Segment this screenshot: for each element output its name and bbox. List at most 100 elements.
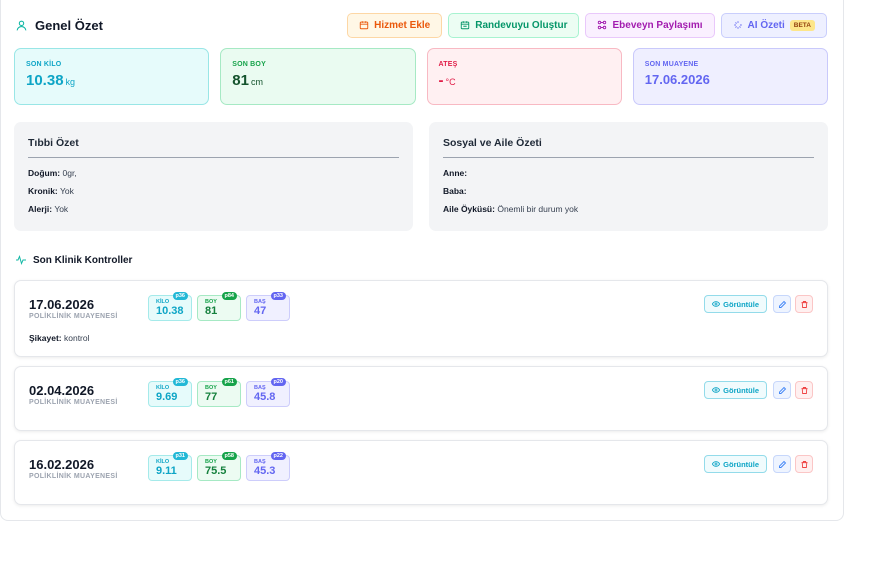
stat-last-exam: SON MUAYENE 17.06.2026 [632, 48, 828, 105]
user-icon [15, 19, 28, 32]
metric-head-value: 45.8 [254, 391, 276, 403]
parent-share-button[interactable]: Ebeveyn Paylaşımı [585, 12, 715, 38]
create-appointment-label: Randevuyu Oluştur [475, 19, 568, 31]
trash-icon [800, 386, 809, 395]
metric-head-value: 45.3 [254, 465, 276, 477]
delete-button[interactable] [795, 295, 813, 313]
summary-header: Genel Özet Hizmet Ekle Randevuyu Oluştur… [15, 12, 827, 38]
header-actions: Hizmet Ekle Randevuyu Oluştur Ebeveyn Pa… [347, 12, 827, 38]
stat-weight-unit: kg [65, 77, 76, 87]
social-row-family-history: Aile Öyküsü: Önemli bir durum yok [443, 204, 814, 214]
stat-fever-value: - °C [439, 72, 610, 89]
metric-height: BOY 81 p84 [197, 292, 241, 321]
eye-icon [712, 300, 721, 308]
beta-badge: BETA [789, 19, 815, 31]
stat-height: SON BOY 81 cm [220, 48, 416, 105]
ai-summary-button[interactable]: AI Özeti BETA [720, 12, 827, 38]
eye-icon [712, 386, 721, 394]
calendar-plus-icon [359, 20, 369, 30]
view-button[interactable]: Görüntüle [704, 455, 767, 473]
allergy-value: Yok [54, 204, 69, 214]
trash-icon [800, 460, 809, 469]
visit-date: 16.02.2026 [29, 457, 95, 472]
metric-height-percentile: p61 [221, 378, 237, 386]
stat-weight-value: 10.38 kg [26, 72, 197, 89]
chronic-label: Kronik: [28, 186, 58, 196]
view-button-label: Görüntüle [723, 385, 759, 395]
metric-weight-value: 9.69 [156, 391, 178, 403]
metric-head-percentile: p22 [270, 452, 286, 460]
visits-section-title: Son Klinik Kontroller [15, 254, 132, 266]
visit-metrics: KİLO 9.69 p36 BOY 77 p61 BAŞ 45.8 p20 [148, 378, 290, 407]
page-title-text: Genel Özet [35, 17, 103, 33]
delete-button[interactable] [795, 455, 813, 473]
stat-height-unit: cm [250, 77, 263, 87]
add-service-label: Hizmet Ekle [374, 19, 431, 31]
stats-row: SON KİLO 10.38 kg SON BOY 81 cm ATEŞ - °C S… [14, 48, 828, 105]
chronic-value: Yok [59, 186, 74, 196]
metric-height: BOY 77 p61 [197, 378, 241, 407]
family-history-label: Aile Öyküsü: [443, 204, 495, 214]
view-button-label: Görüntüle [723, 299, 759, 309]
metric-weight: KİLO 10.38 p36 [148, 292, 192, 321]
visit-actions: Görüntüle [704, 455, 813, 473]
medical-row-birth: Doğum: 0gr, [28, 168, 399, 178]
birth-value: 0gr, [62, 168, 77, 178]
edit-button[interactable] [773, 455, 791, 473]
metric-height-percentile: p58 [221, 452, 237, 460]
birth-label: Doğum: [28, 168, 61, 178]
edit-icon [778, 300, 787, 309]
metric-head-percentile: p33 [270, 292, 286, 300]
sparkle-icon [733, 20, 743, 30]
stat-fever-unit: °C [445, 77, 456, 87]
parent-share-label: Ebeveyn Paylaşımı [612, 19, 703, 31]
visit-metrics: KİLO 9.11 p31 BOY 75.5 p58 BAŞ 45.3 p22 [148, 452, 290, 481]
edit-icon [778, 386, 787, 395]
ai-summary-label: AI Özeti [747, 19, 785, 31]
stat-weight: SON KİLO 10.38 kg [14, 48, 210, 105]
metric-height-percentile: p84 [221, 292, 237, 300]
add-service-button[interactable]: Hizmet Ekle [347, 12, 443, 38]
metric-weight-percentile: p31 [172, 452, 188, 460]
mother-label: Anne: [443, 168, 468, 178]
calendar-icon [460, 20, 470, 30]
view-button[interactable]: Görüntüle [704, 295, 767, 313]
metric-weight-value: 9.11 [156, 465, 177, 477]
visit-date: 02.04.2026 [29, 383, 95, 398]
view-button[interactable]: Görüntüle [704, 381, 767, 399]
stat-height-number: 81 [232, 72, 249, 89]
delete-button[interactable] [795, 381, 813, 399]
metric-head: BAŞ 47 p33 [246, 292, 290, 321]
complaint-label: Şikayet: [29, 333, 62, 343]
metric-head: BAŞ 45.8 p20 [246, 378, 290, 407]
medical-summary-title: Tıbbi Özet [28, 137, 399, 158]
trash-icon [800, 300, 809, 309]
eye-icon [712, 460, 721, 468]
medical-row-allergy: Alerji: Yok [28, 204, 399, 214]
metric-height: BOY 75.5 p58 [197, 452, 241, 481]
edit-button[interactable] [773, 381, 791, 399]
visit-date: 17.06.2026 [29, 297, 95, 312]
visit-actions: Görüntüle [704, 295, 813, 313]
father-label: Baba: [443, 186, 467, 196]
metric-height-value: 81 [205, 305, 218, 317]
metric-weight-value: 10.38 [156, 305, 184, 317]
medical-row-chronic: Kronik: Yok [28, 186, 399, 196]
social-row-mother: Anne: [443, 168, 814, 178]
stat-weight-number: 10.38 [26, 72, 64, 89]
visit-actions: Görüntüle [704, 381, 813, 399]
create-appointment-button[interactable]: Randevuyu Oluştur [448, 12, 580, 38]
stat-fever-label: ATEŞ [438, 61, 458, 68]
social-summary-title: Sosyal ve Aile Özeti [443, 137, 814, 158]
visit-complaint: Şikayet: kontrol [29, 333, 90, 343]
social-summary-card: Sosyal ve Aile Özeti Anne: Baba: Aile Öy… [429, 122, 828, 231]
edit-button[interactable] [773, 295, 791, 313]
view-button-label: Görüntüle [723, 459, 759, 469]
stat-last-exam-label: SON MUAYENE [644, 61, 699, 68]
visit-type: POLİKLİNİK MUAYENESİ [29, 399, 118, 406]
social-row-father: Baba: [443, 186, 814, 196]
medical-summary-card: Tıbbi Özet Doğum: 0gr, Kronik: Yok Alerj… [14, 122, 413, 231]
stat-fever: ATEŞ - °C [426, 48, 622, 105]
stat-last-exam-value: 17.06.2026 [644, 72, 710, 87]
edit-icon [778, 460, 787, 469]
